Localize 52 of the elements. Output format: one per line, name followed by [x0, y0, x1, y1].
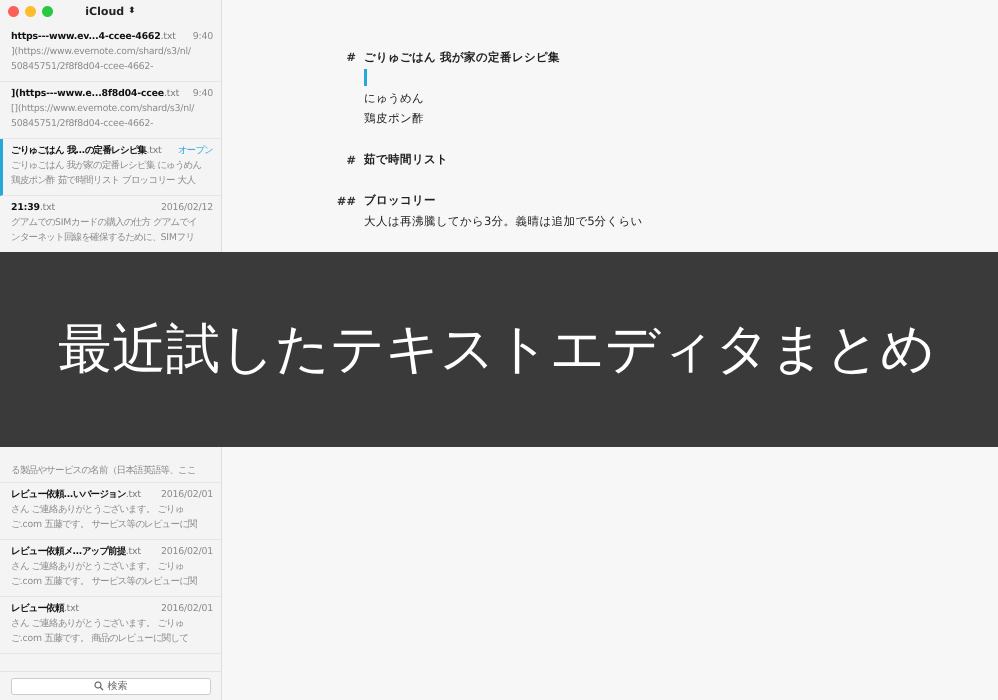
- text-cursor: [364, 69, 367, 86]
- note-date: 2016/02/01: [160, 545, 213, 559]
- note-date: 9:40: [192, 30, 213, 44]
- note-preview: さん ご連絡ありがとうございます。 ごりゅ: [11, 503, 184, 517]
- body-text: にゅうめん: [364, 90, 424, 106]
- note-preview: ご.com 五藤です。 商品のレビューに関して: [11, 632, 188, 646]
- note-title: ごりゅごはん 我…の定番レシピ集.txt: [11, 144, 162, 158]
- note-preview: ンターネット回線を確保するために、SIMフリ: [11, 231, 194, 245]
- note-preview: る製品やサービスの名前（日本語英語等、ここ: [11, 464, 196, 478]
- note-date: 9:40: [192, 87, 213, 101]
- note-preview: 50845751/2f8f8d04-ccee-4662-: [11, 117, 154, 131]
- note-preview: さん ご連絡ありがとうございます。 ごりゅ: [11, 560, 184, 574]
- heading-text: 茹で時間リスト: [364, 152, 448, 168]
- heading-marker: #: [345, 152, 357, 167]
- note-title: レビュー依頼メ…アップ前提.txt: [11, 544, 141, 559]
- note-item[interactable]: ](https---www.e...8f8d04-ccee.txt 9:40 [](https://www.evernote.com/shard/s3/nl/ 50845751/2f8f8d04-ccee-4662-: [0, 82, 221, 139]
- account-name[interactable]: iCloud: [85, 4, 124, 18]
- search-field[interactable]: 検索: [10, 678, 210, 694]
- note-preview: ご.com 五藤です。 サービス等のレビューに関: [11, 518, 197, 532]
- note-title: 21:39.txt: [11, 201, 55, 215]
- note-preview: [](https://www.evernote.com/shard/s3/nl/: [11, 102, 194, 116]
- note-date: 2016/02/12: [160, 201, 213, 215]
- heading-text: ブロッコリー: [364, 193, 436, 208]
- note-preview: さん ご連絡ありがとうございます。 ごりゅ: [11, 617, 184, 631]
- note-date: 2016/02/01: [160, 488, 213, 502]
- note-preview: ごりゅごはん 我が家の定番レシピ集 にゅうめん: [11, 159, 202, 173]
- note-item[interactable]: https---www.ev...4-ccee-4662.txt 9:40 ](https://www.evernote.com/shard/s3/nl/ 50845751/2f8f8d04-ccee-4662-: [0, 25, 221, 82]
- note-title: レビュー依頼.txt: [11, 602, 79, 616]
- note-item[interactable]: レビュー依頼メ…アップ前提.txt 2016/02/01 さん ご連絡ありがとうございます。 ごりゅ ご.com 五藤です。 サービス等のレビューに関: [0, 540, 221, 597]
- note-title: レビュー依頼…いバージョン.txt: [11, 488, 141, 502]
- close-button[interactable]: [8, 6, 19, 16]
- minimize-button[interactable]: [25, 6, 36, 16]
- note-preview: グアムでのSIMカードの購入の仕方 グアムでイ: [11, 216, 198, 230]
- zoom-button[interactable]: [42, 6, 53, 16]
- search-icon: [94, 681, 104, 691]
- note-item[interactable]: レビュー依頼.txt 2016/02/01 さん ご連絡ありがとうございます。 ごりゅ ご.com 五藤です。 商品のレビューに関して: [0, 597, 221, 654]
- note-preview: ](https://www.evernote.com/shard/s3/nl/: [11, 45, 191, 59]
- note-title: ](https---www.e...8f8d04-ccee.txt: [11, 87, 180, 101]
- account-caret[interactable]: ⬍: [128, 6, 136, 16]
- note-item[interactable]: レビュー依頼…いバージョン.txt 2016/02/01 さん ご連絡ありがとうございます。 ごりゅ ご.com 五藤です。 サービス等のレビューに関: [0, 483, 221, 540]
- note-preview: ご.com 五藤です。 サービス等のレビューに関: [11, 575, 197, 589]
- body-text: 大人は再沸騰してから3分。義晴は追加で5分くらい: [364, 214, 643, 229]
- note-date: 2016/02/01: [160, 602, 213, 616]
- heading-marker: ##: [336, 194, 357, 208]
- open-label: オープン: [178, 144, 213, 158]
- body-text: 鶏皮ポン酢: [364, 111, 424, 126]
- heading-marker: #: [345, 50, 357, 64]
- banner-title: 最近試したテキストエディタまとめ: [58, 316, 935, 382]
- note-preview: 50845751/2f8f8d04-ccee-4662-: [11, 60, 154, 74]
- heading-text: ごりゅごはん 我が家の定番レシピ集: [364, 50, 560, 65]
- note-preview: 鶏皮ポン酢 茹で時間リスト ブロッコリー 大人: [11, 174, 196, 188]
- note-title: https---www.ev...4-ccee-4662.txt: [11, 30, 176, 44]
